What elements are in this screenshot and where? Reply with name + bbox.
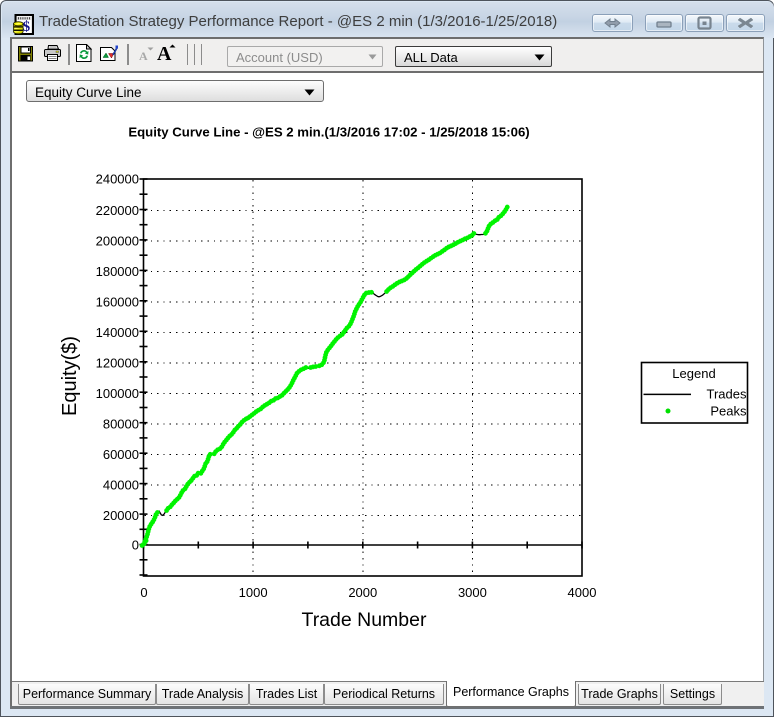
svg-text:4000: 4000 — [568, 585, 597, 600]
svg-text:Equity($): Equity($) — [59, 336, 81, 416]
svg-text:240000: 240000 — [96, 172, 139, 187]
svg-text:0: 0 — [140, 585, 147, 600]
svg-text:Legend: Legend — [672, 366, 715, 381]
svg-text:180000: 180000 — [96, 264, 139, 279]
svg-text:3000: 3000 — [458, 585, 487, 600]
svg-text:Equity Curve Line - @ES 2 min.: Equity Curve Line - @ES 2 min.(1/3/2016 … — [128, 125, 529, 140]
svg-text:140000: 140000 — [96, 325, 139, 340]
svg-text:2000: 2000 — [348, 585, 377, 600]
svg-text:0: 0 — [132, 537, 139, 552]
svg-text:Peaks: Peaks — [710, 404, 747, 419]
svg-text:20000: 20000 — [103, 508, 139, 523]
svg-text:60000: 60000 — [103, 447, 139, 462]
svg-text:220000: 220000 — [96, 203, 139, 218]
svg-text:Trades: Trades — [707, 387, 747, 402]
svg-text:160000: 160000 — [96, 294, 139, 309]
svg-text:Trade Number: Trade Number — [302, 609, 427, 631]
svg-text:80000: 80000 — [103, 416, 139, 431]
svg-text:200000: 200000 — [96, 233, 139, 248]
svg-text:1000: 1000 — [239, 585, 268, 600]
svg-text:$: $ — [23, 19, 31, 35]
svg-text:100000: 100000 — [96, 386, 139, 401]
svg-text:40000: 40000 — [103, 477, 139, 492]
svg-text:120000: 120000 — [96, 355, 139, 370]
